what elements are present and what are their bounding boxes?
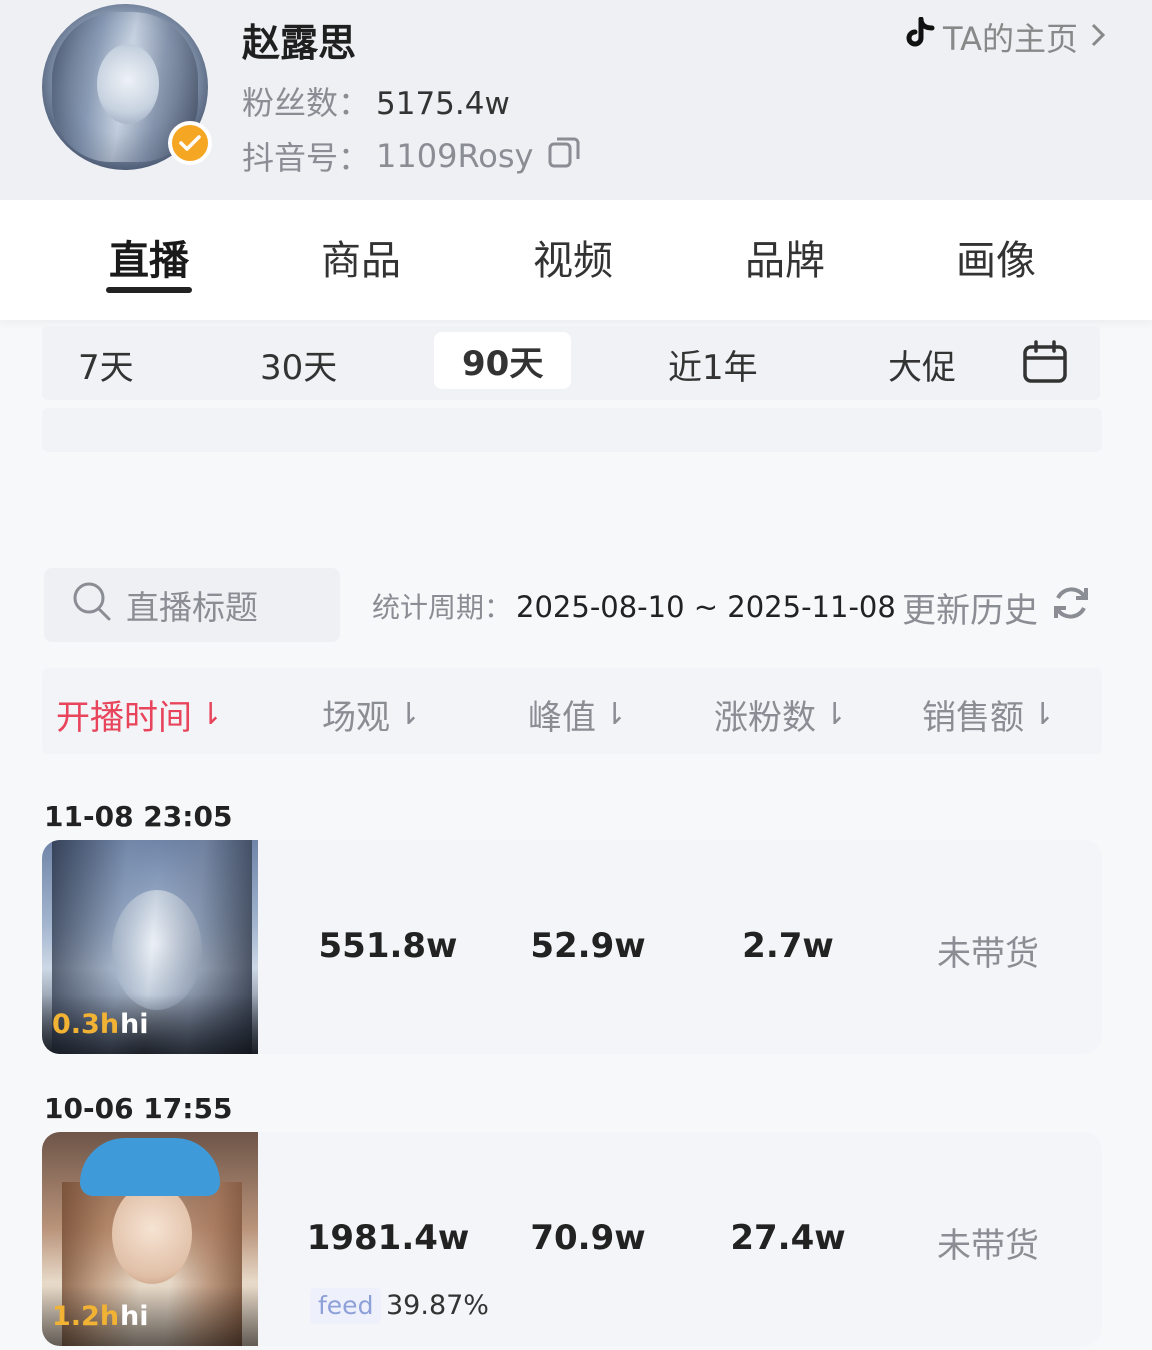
tab-brands[interactable]: 品牌	[685, 228, 885, 286]
search-placeholder: 直播标题	[126, 588, 258, 627]
active-tab-indicator	[106, 287, 192, 293]
metric-peak: 52.9w	[530, 926, 646, 966]
sort-peak[interactable]: 峰值 ⇂	[528, 690, 627, 739]
live-thumbnail[interactable]: 0.3h hi	[42, 840, 258, 1054]
copy-icon[interactable]	[547, 135, 581, 177]
home-link-label: TA的主页	[943, 20, 1078, 58]
live-record-card[interactable]: 1.2h hi 1981.4w 70.9w 27.4w 未带货 feed 39.…	[42, 1132, 1102, 1346]
metric-views: 551.8w	[318, 926, 458, 966]
profile-header: 赵露思 粉丝数： 5175.4w 抖音号： 1109Rosy TA的主页	[0, 0, 1152, 200]
thumbnail-cap	[80, 1138, 220, 1196]
record-time: 11-08 23:05	[44, 800, 233, 833]
update-history-button[interactable]: 更新历史	[902, 582, 1092, 633]
sort-new-fans[interactable]: 涨粉数 ⇂	[714, 690, 847, 739]
sort-arrow-icon: ⇂	[1030, 697, 1056, 732]
sort-arrow-icon: ⇂	[822, 697, 848, 732]
douyin-id-value: 1109Rosy	[376, 137, 534, 175]
thumbnail-face	[112, 1184, 192, 1284]
tab-profile-portrait[interactable]: 画像	[896, 228, 1096, 286]
live-duration: 1.2h	[52, 1301, 120, 1332]
record-time: 10-06 17:55	[44, 1092, 233, 1125]
sort-start-time-label: 开播时间	[56, 698, 192, 738]
calendar-icon[interactable]	[1022, 340, 1068, 388]
douyin-id: 抖音号： 1109Rosy	[242, 133, 581, 179]
fans-count: 粉丝数： 5175.4w	[242, 78, 510, 124]
sort-peak-label: 峰值	[528, 698, 596, 738]
period-7d[interactable]: 7天	[78, 340, 134, 389]
avatar-face	[97, 44, 159, 124]
search-input[interactable]: 直播标题	[44, 568, 340, 642]
home-page-link[interactable]: TA的主页	[905, 14, 1106, 60]
secondary-filter-bar	[42, 408, 1102, 452]
tiktok-logo-icon	[905, 16, 935, 57]
sort-header: 开播时间 ⇂ 场观 ⇂ 峰值 ⇂ 涨粉数 ⇂ 销售额 ⇂	[42, 668, 1102, 754]
main-tabs: 直播 商品 视频 品牌 画像	[0, 200, 1152, 320]
sort-views-label: 场观	[322, 698, 390, 738]
tab-products[interactable]: 商品	[261, 228, 461, 286]
metric-new-fans: 2.7w	[742, 926, 834, 966]
stat-period: 统计周期： 2025-08-10 ~ 2025-11-08	[372, 586, 896, 626]
live-record-card[interactable]: 0.3h hi 551.8w 52.9w 2.7w 未带货	[42, 840, 1102, 1054]
period-30d[interactable]: 30天	[260, 340, 337, 389]
fans-value: 5175.4w	[376, 86, 510, 122]
live-thumbnail[interactable]: 1.2h hi	[42, 1132, 258, 1346]
period-1y[interactable]: 近1年	[668, 340, 758, 389]
feed-badge: feed	[310, 1288, 382, 1324]
period-90d[interactable]: 90天	[434, 332, 572, 389]
refresh-icon	[1050, 582, 1092, 633]
metric-sales: 未带货	[937, 934, 1039, 974]
sort-start-time[interactable]: 开播时间 ⇂	[56, 690, 223, 739]
douyin-id-label: 抖音号：	[242, 139, 371, 177]
live-tag: hi	[120, 1301, 149, 1332]
period-promo[interactable]: 大促	[888, 340, 956, 389]
stat-period-range: 2025-08-10 ~ 2025-11-08	[516, 590, 896, 624]
sort-arrow-icon: ⇂	[198, 697, 224, 732]
sort-sales[interactable]: 销售额 ⇂	[922, 690, 1055, 739]
metric-sales: 未带货	[937, 1226, 1039, 1266]
fans-label: 粉丝数：	[242, 84, 371, 122]
live-duration: 0.3h	[52, 1009, 120, 1040]
verified-check-icon	[168, 121, 212, 165]
sort-new-fans-label: 涨粉数	[714, 698, 816, 738]
feed-percentage: 39.87%	[386, 1290, 489, 1321]
sort-sales-label: 销售额	[922, 698, 1024, 738]
live-tag: hi	[120, 1009, 149, 1040]
sort-views[interactable]: 场观 ⇂	[322, 690, 421, 739]
tab-live[interactable]: 直播	[49, 228, 249, 286]
sort-arrow-icon: ⇂	[602, 697, 628, 732]
sort-arrow-icon: ⇂	[396, 697, 422, 732]
metric-peak: 70.9w	[530, 1218, 646, 1258]
period-filter: 7天 30天 90天 近1年 大促	[42, 326, 1100, 400]
metric-new-fans: 27.4w	[730, 1218, 846, 1258]
stat-period-label: 统计周期：	[372, 591, 513, 624]
profile-name: 赵露思	[242, 21, 357, 65]
update-history-label: 更新历史	[902, 591, 1038, 631]
search-icon	[72, 581, 112, 629]
chevron-right-icon	[1090, 18, 1106, 56]
metric-views: 1981.4w	[306, 1218, 470, 1258]
tab-videos[interactable]: 视频	[473, 228, 673, 286]
